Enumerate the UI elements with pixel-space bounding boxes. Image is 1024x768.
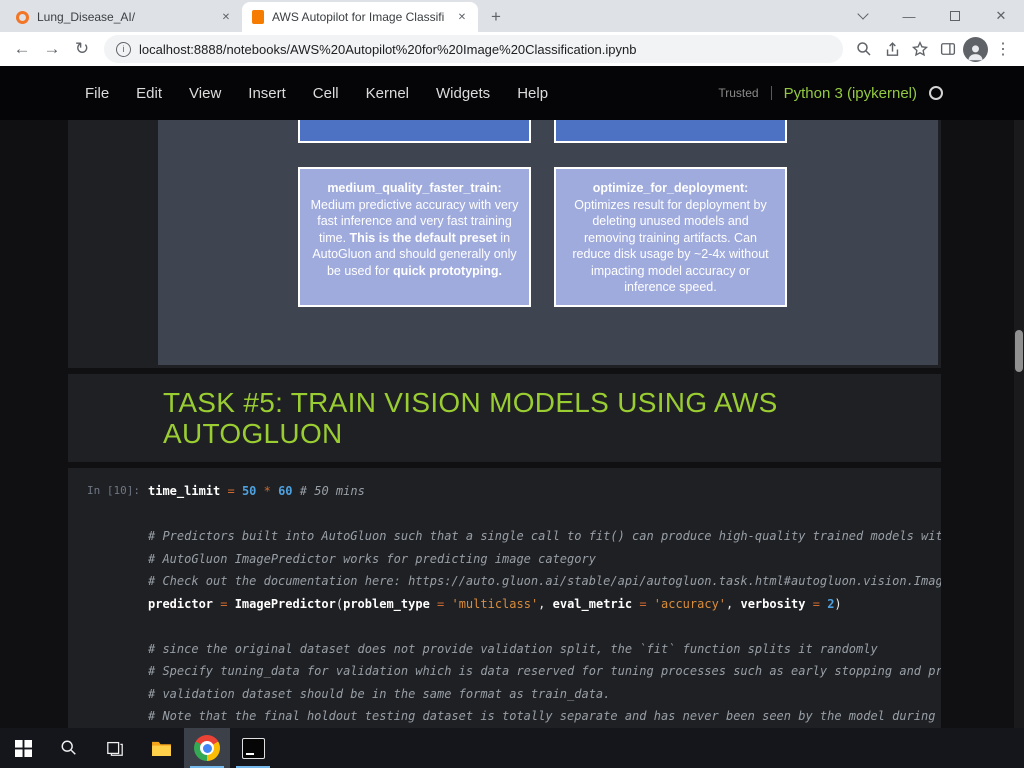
preset-card-title: optimize_for_deployment:	[592, 181, 749, 195]
tab-close-icon[interactable]: ✕	[218, 9, 234, 25]
side-panel-icon[interactable]	[935, 36, 961, 62]
input-prompt: In [10]:	[87, 484, 140, 497]
menu-edit[interactable]: Edit	[136, 85, 162, 102]
code-lines[interactable]: time_limit = 50 * 60 # 50 mins # Predict…	[148, 468, 941, 728]
preset-card-title: medium_quality_faster_train:	[327, 181, 502, 195]
menu-view[interactable]: View	[189, 85, 221, 102]
kernel-idle-icon	[929, 86, 943, 100]
back-icon[interactable]: ←	[8, 35, 36, 63]
window-minimize-button[interactable]: —	[886, 0, 932, 32]
window-maximize-button[interactable]	[932, 0, 978, 32]
menu-widgets[interactable]: Widgets	[436, 85, 490, 102]
tab-search-chevron-icon[interactable]	[840, 0, 886, 32]
code-line: # since the original dataset does not pr…	[148, 641, 878, 656]
menu-help[interactable]: Help	[517, 85, 548, 102]
task5-heading: TASK #5: TRAIN VISION MODELS USING AWS A…	[163, 387, 778, 449]
taskbar	[0, 728, 1024, 768]
code-line: predictor = ImagePredictor(problem_type …	[148, 596, 842, 611]
code-line: # validation dataset should be in the sa…	[148, 686, 611, 701]
task5-heading-cell[interactable]: TASK #5: TRAIN VISION MODELS USING AWS A…	[68, 374, 941, 462]
tab-close-icon[interactable]: ✕	[454, 9, 470, 25]
menu-insert[interactable]: Insert	[248, 85, 286, 102]
preset-card-body: Optimizes result for deployment by delet…	[572, 197, 769, 295]
taskbar-search-icon[interactable]	[46, 728, 92, 768]
site-info-icon[interactable]: i	[116, 41, 131, 57]
code-line: # AutoGluon ImagePredictor works for pre…	[148, 551, 596, 566]
code-line: # Specify tuning_data for validation whi…	[148, 664, 941, 678]
forward-icon[interactable]: →	[38, 35, 66, 63]
profile-avatar[interactable]	[963, 36, 988, 62]
bookmark-star-icon[interactable]	[907, 36, 933, 62]
tab-title: AWS Autopilot for Image Classifi	[272, 10, 445, 24]
screen: Lung_Disease_AI/ ✕ AWS Autopilot for Ima…	[0, 0, 1024, 768]
share-icon[interactable]	[879, 36, 905, 62]
trusted-badge: Trusted	[718, 86, 772, 100]
menu-file[interactable]: File	[85, 85, 109, 102]
menu-kernel[interactable]: Kernel	[366, 85, 409, 102]
tab-title: Lung_Disease_AI/	[37, 10, 136, 24]
address-input[interactable]: i localhost:8888/notebooks/AWS%20Autopil…	[104, 35, 843, 63]
menu-cell[interactable]: Cell	[313, 85, 339, 102]
notebook-favicon	[252, 10, 264, 24]
zoom-icon[interactable]	[851, 36, 877, 62]
window-controls: — ✕	[840, 0, 1024, 32]
notebook-content: medium_quality_faster_train: Medium pred…	[0, 120, 1024, 728]
task-view-icon[interactable]	[92, 728, 138, 768]
preset-card-cropped-right	[554, 120, 787, 143]
chrome-taskbar-icon[interactable]	[184, 728, 230, 768]
tab-lung-disease-ai[interactable]: Lung_Disease_AI/ ✕	[6, 2, 242, 32]
code-line: time_limit = 50 * 60 # 50 mins	[148, 484, 365, 498]
jupyter-favicon	[16, 10, 29, 24]
notebook-menubar: File Edit View Insert Cell Kernel Widget…	[0, 66, 1024, 120]
terminal-icon	[241, 737, 265, 759]
preset-card-cropped-left	[298, 120, 531, 143]
new-tab-button[interactable]: +	[482, 3, 510, 31]
browser-menu-icon[interactable]: ⋮	[990, 36, 1016, 62]
preset-comparison-image: medium_quality_faster_train: Medium pred…	[158, 120, 938, 365]
preset-card-body: Medium predictive accuracy with very fas…	[310, 197, 519, 278]
jupyter-notebook-app: File Edit View Insert Cell Kernel Widget…	[0, 66, 1024, 728]
kernel-name: Python 3 (ipykernel)	[783, 84, 917, 102]
kernel-indicator-area: Trusted Python 3 (ipykernel)	[718, 66, 943, 120]
window-close-button[interactable]: ✕	[978, 0, 1024, 32]
browser-address-bar: ← → ↻ i localhost:8888/notebooks/AWS%20A…	[0, 32, 1024, 66]
code-cell[interactable]: In [10]: time_limit = 50 * 60 # 50 mins …	[68, 468, 941, 728]
browser-tab-strip: Lung_Disease_AI/ ✕ AWS Autopilot for Ima…	[0, 0, 1024, 32]
scrollbar-thumb[interactable]	[1015, 330, 1023, 372]
preset-card-medium-quality: medium_quality_faster_train: Medium pred…	[298, 167, 531, 307]
markdown-image-cell[interactable]: medium_quality_faster_train: Medium pred…	[68, 120, 941, 368]
preset-card-optimize-deployment: optimize_for_deployment: Optimizes resul…	[554, 167, 787, 307]
start-button[interactable]	[0, 728, 46, 768]
notebook-scrollbar[interactable]	[1014, 120, 1024, 728]
code-line: # Predictors built into AutoGluon such t…	[148, 529, 941, 543]
code-line: # Check out the documentation here: http…	[148, 574, 941, 588]
url-text: localhost:8888/notebooks/AWS%20Autopilot…	[139, 41, 637, 57]
code-line: # Note that the final holdout testing da…	[148, 709, 941, 723]
reload-icon[interactable]: ↻	[68, 35, 96, 63]
terminal-taskbar-icon[interactable]	[230, 728, 276, 768]
chrome-logo	[194, 735, 220, 761]
tab-aws-autopilot[interactable]: AWS Autopilot for Image Classifi ✕	[242, 2, 478, 32]
file-explorer-icon[interactable]	[138, 728, 184, 768]
